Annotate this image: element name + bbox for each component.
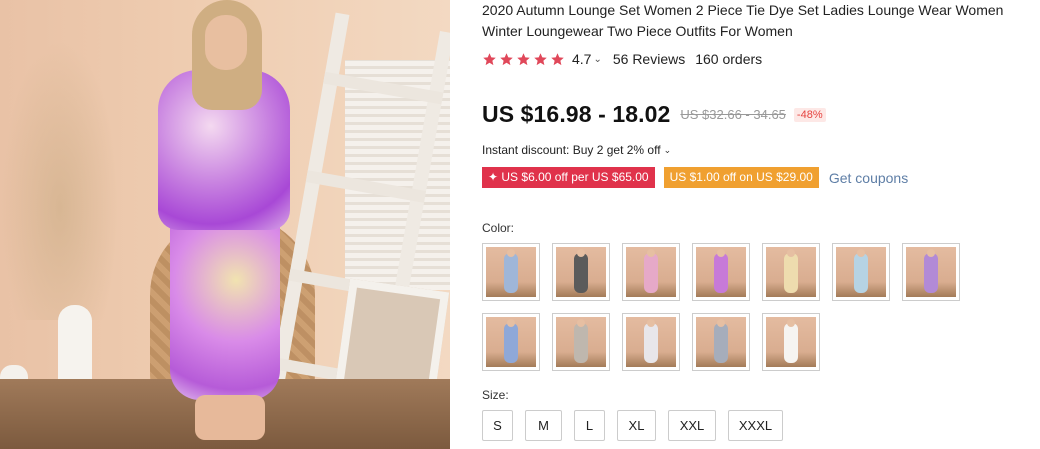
swatch-thumbnail: [766, 247, 816, 297]
model-head: [927, 249, 935, 257]
color-label: Color:: [482, 221, 515, 235]
pampas-grass-decor: [0, 40, 120, 320]
star-icon: [482, 52, 497, 67]
outfit-figure: [644, 253, 658, 293]
original-price: US $32.66 - 34.65: [680, 107, 786, 122]
color-swatch-white[interactable]: [762, 313, 820, 371]
swatch-thumbnail: [556, 317, 606, 367]
tie-dye-pants: [170, 200, 280, 400]
model-feet: [195, 395, 265, 440]
color-swatch-purple-tie-dye[interactable]: [692, 243, 750, 301]
size-option[interactable]: XXXL: [728, 410, 783, 441]
outfit-figure: [784, 253, 798, 293]
color-swatch-white-floral[interactable]: [622, 313, 680, 371]
star-icon: [499, 52, 514, 67]
color-swatch-blue-tie-dye[interactable]: [482, 243, 540, 301]
outfit-figure: [854, 253, 868, 293]
outfit-figure: [714, 253, 728, 293]
size-option[interactable]: S: [482, 410, 513, 441]
model-face: [205, 15, 247, 70]
color-swatch-violet-tie-dye[interactable]: [902, 243, 960, 301]
swatch-thumbnail: [836, 247, 886, 297]
discount-badge: -48%: [793, 107, 826, 122]
outfit-figure: [574, 323, 588, 363]
size-option[interactable]: L: [574, 410, 605, 441]
swatch-thumbnail: [696, 317, 746, 367]
reviews-link[interactable]: 56 Reviews: [613, 51, 685, 67]
rating-stars: [482, 52, 565, 67]
model-head: [717, 319, 725, 327]
current-price: US $16.98 - 18.02: [482, 101, 671, 127]
model-head: [787, 249, 795, 257]
star-icon: [550, 52, 565, 67]
color-swatch-light-blue-tie-dye[interactable]: [832, 243, 890, 301]
size-options: S M L XL XXL XXXL: [482, 410, 783, 441]
model-figure: [150, 0, 290, 449]
coupon-badge[interactable]: US $1.00 off on US $29.00: [663, 167, 824, 188]
color-swatch-cream-tie-dye[interactable]: [762, 243, 820, 301]
model-head: [507, 249, 515, 257]
model-head: [787, 319, 795, 327]
outfit-figure: [644, 323, 658, 363]
model-head: [647, 319, 655, 327]
color-swatch-grey-leopard[interactable]: [552, 313, 610, 371]
price-row: US $16.98 - 18.02 US $32.66 - 34.65 -48%: [482, 101, 826, 128]
ladder-rung: [305, 170, 427, 203]
model-head: [857, 249, 865, 257]
rating-row: 4.7 ⌄ 56 Reviews 160 orders: [482, 49, 762, 69]
color-swatch-multicolor-tie-dye[interactable]: [482, 313, 540, 371]
swatch-thumbnail: [626, 317, 676, 367]
coupons-row: ✦ US $6.00 off per US $65.00 US $1.00 of…: [482, 167, 908, 188]
ladder-rung: [323, 71, 444, 105]
coupon-badge[interactable]: ✦ US $6.00 off per US $65.00: [482, 167, 659, 188]
model-head: [577, 319, 585, 327]
swatch-thumbnail: [556, 247, 606, 297]
star-icon: [516, 52, 531, 67]
size-option[interactable]: M: [525, 410, 562, 441]
size-option[interactable]: XXL: [668, 410, 716, 441]
outfit-figure: [784, 323, 798, 363]
model-head: [507, 319, 515, 327]
swatch-thumbnail: [906, 247, 956, 297]
instant-discount[interactable]: Instant discount: Buy 2 get 2% off ⌄: [482, 143, 671, 157]
swatch-thumbnail: [486, 317, 536, 367]
product-title: 2020 Autumn Lounge Set Women 2 Piece Tie…: [482, 2, 1004, 39]
size-label: Size:: [482, 388, 509, 402]
outfit-figure: [574, 253, 588, 293]
swatch-thumbnail: [486, 247, 536, 297]
model-head: [577, 249, 585, 257]
swatch-thumbnail: [626, 247, 676, 297]
get-coupons-link[interactable]: Get coupons: [829, 170, 908, 186]
model-head: [717, 249, 725, 257]
outfit-figure: [924, 253, 938, 293]
product-image[interactable]: [0, 0, 450, 449]
outfit-figure: [714, 323, 728, 363]
color-swatch-grey-tie-dye[interactable]: [692, 313, 750, 371]
color-swatch-pink-tie-dye[interactable]: [622, 243, 680, 301]
size-option[interactable]: XL: [617, 410, 656, 441]
swatch-thumbnail: [766, 317, 816, 367]
star-icon: [533, 52, 548, 67]
instant-discount-text: Instant discount: Buy 2 get 2% off: [482, 143, 661, 157]
outfit-figure: [504, 253, 518, 293]
rating-value[interactable]: 4.7: [572, 51, 591, 67]
orders-count: 160 orders: [695, 51, 763, 67]
outfit-figure: [504, 323, 518, 363]
swatch-thumbnail: [696, 247, 746, 297]
chevron-down-icon[interactable]: ⌄: [593, 54, 601, 65]
model-head: [647, 249, 655, 257]
chevron-down-icon: ⌄: [663, 144, 672, 155]
color-swatch-black-white-print[interactable]: [552, 243, 610, 301]
